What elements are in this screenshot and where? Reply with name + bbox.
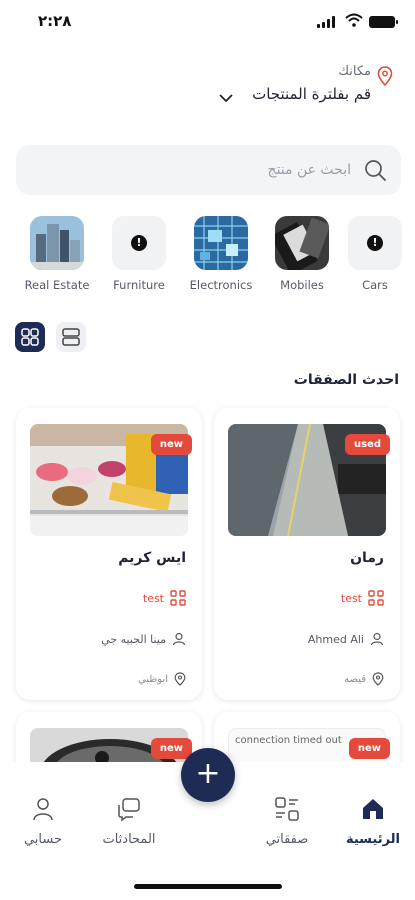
qr-code-icon xyxy=(170,590,186,606)
category-label: Real Estate xyxy=(24,278,90,292)
user-icon xyxy=(370,632,384,646)
seller-name: مينا الجبيه جي xyxy=(101,632,166,646)
listing-card[interactable]: used رمان test Ahmed Ali قيصه xyxy=(214,408,400,700)
category-cars[interactable]: ! Cars xyxy=(335,216,415,292)
wifi-icon xyxy=(345,13,363,27)
section-title: احدث الصفقات xyxy=(293,372,399,388)
location-text: قيصه xyxy=(344,673,366,685)
circuit-board-photo xyxy=(194,216,248,270)
location-selector[interactable]: مكانك قم بفلترة المنتجات xyxy=(252,64,371,103)
grid-icon xyxy=(21,328,39,346)
condition-badge: new xyxy=(348,738,390,759)
category-electronics[interactable]: Electronics xyxy=(181,216,261,292)
map-pin-icon xyxy=(372,672,384,686)
condition-badge: new xyxy=(150,434,192,455)
user-icon xyxy=(172,632,186,646)
nav-label: حسابي xyxy=(23,832,63,847)
nav-label: المحادثات xyxy=(102,832,156,847)
nav-chats[interactable]: المحادثات xyxy=(84,796,174,847)
seller-name: Ahmed Ali xyxy=(307,632,364,646)
nav-label: الرئيسية xyxy=(345,832,401,847)
condition-text: test xyxy=(142,591,164,605)
add-listing-button[interactable]: + xyxy=(181,748,235,802)
location-text: ابوظبي xyxy=(137,673,168,685)
listing-seller: Ahmed Ali xyxy=(308,632,384,646)
nav-label: صفقاتي xyxy=(265,832,309,847)
condition-badge: new xyxy=(150,738,192,759)
user-icon xyxy=(33,798,53,821)
category-label: Mobiles xyxy=(280,278,324,292)
listing-location: ابوظبي xyxy=(138,672,186,686)
listing-condition: test xyxy=(341,590,384,606)
phone-photo xyxy=(275,216,329,270)
category-mobiles[interactable]: Mobiles xyxy=(262,216,342,292)
chevron-down-icon[interactable] xyxy=(218,90,234,106)
location-pin-icon xyxy=(377,66,393,86)
listing-card[interactable]: new ايس كريم test مينا الجبيه جي ابوظبي xyxy=(16,408,202,700)
status-bar: ٢:٢٨ xyxy=(0,0,415,44)
condition-text: test xyxy=(340,591,362,605)
list-view-toggle[interactable] xyxy=(56,322,86,352)
status-time: ٢:٢٨ xyxy=(38,12,72,30)
listing-title: رمان xyxy=(350,550,384,566)
category-label: Electronics xyxy=(189,278,253,292)
category-thumb: ! xyxy=(112,216,166,270)
search-bar[interactable] xyxy=(16,145,401,195)
qr-code-icon xyxy=(368,590,384,606)
nav-account[interactable]: حسابي xyxy=(0,796,88,847)
search-icon xyxy=(365,160,386,181)
category-furniture[interactable]: ! Furniture xyxy=(99,216,179,292)
location-value: قم بفلترة المنتجات xyxy=(252,85,371,103)
nav-deals[interactable]: صفقاتي xyxy=(242,796,332,847)
deals-icon xyxy=(275,797,299,821)
home-icon xyxy=(363,799,383,819)
condition-badge: used xyxy=(344,434,390,455)
nav-home[interactable]: الرئيسية xyxy=(328,796,415,847)
listing-condition: test xyxy=(143,590,186,606)
category-list: Real Estate ! Furniture Electronics Mobi… xyxy=(0,216,415,296)
category-label: Furniture xyxy=(113,278,165,292)
grid-view-toggle[interactable] xyxy=(15,322,45,352)
signal-icon xyxy=(317,16,335,28)
listing-location: قيصه xyxy=(344,672,384,686)
battery-icon xyxy=(369,16,398,28)
map-pin-icon xyxy=(174,672,186,686)
exclamation-icon: ! xyxy=(367,235,383,251)
buildings-photo xyxy=(30,216,84,270)
category-real-estate[interactable]: Real Estate xyxy=(17,216,97,292)
exclamation-icon: ! xyxy=(131,235,147,251)
chat-icon xyxy=(118,798,140,822)
listing-title: ايس كريم xyxy=(118,550,186,566)
category-label: Cars xyxy=(362,278,388,292)
listing-seller: مينا الجبيه جي xyxy=(101,632,186,646)
image-error-text: connection timed out xyxy=(235,735,342,746)
location-label: مكانك xyxy=(338,64,371,79)
home-indicator xyxy=(134,884,282,889)
category-thumb: ! xyxy=(348,216,402,270)
search-input[interactable] xyxy=(36,145,351,195)
list-icon xyxy=(62,328,80,346)
